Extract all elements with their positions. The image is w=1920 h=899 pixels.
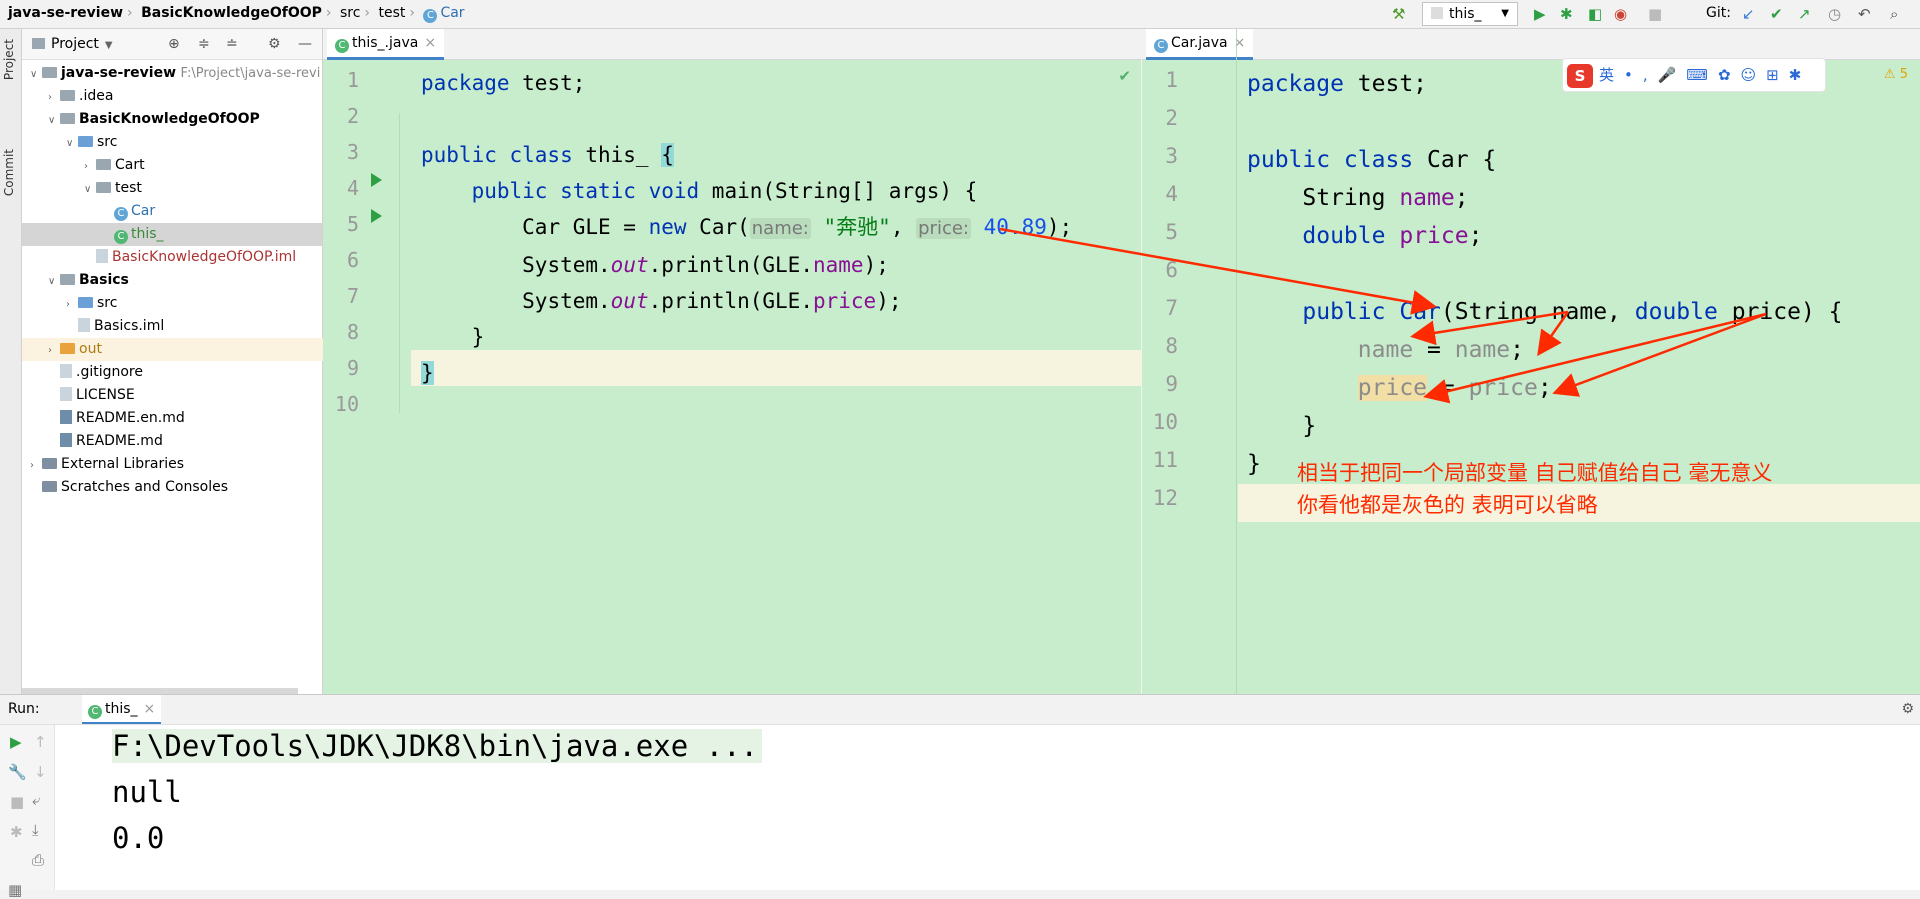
close-icon[interactable]: × [144, 701, 156, 717]
rerun-icon[interactable]: ▶ [10, 733, 22, 751]
arrow-to-constructor [999, 227, 1437, 315]
annotation-text-2: 你看他都是灰色的 表明可以省略 [1297, 493, 1598, 517]
console-line: F:\DevTools\JDK\JDK8\bin\java.exe ... [112, 729, 763, 763]
arrow-name-param-2 [1410, 310, 1569, 346]
arrow-price-param [1552, 312, 1767, 397]
gear-icon[interactable]: ⚙ [1901, 695, 1914, 724]
wrench-icon[interactable]: 🔧 [8, 763, 27, 781]
soft-wrap-icon[interactable]: ⤶ [32, 791, 40, 809]
run-toolbar: ▶ ↑ 🔧 ↓ ■ ⤶ ✱ ⤓ ⎙ ▦ [0, 725, 55, 899]
tab-run-this[interactable]: Cthis_ × [82, 695, 162, 724]
layout-icon[interactable]: ▦ [8, 881, 22, 899]
debug-icon[interactable]: ✱ [10, 823, 23, 841]
scroll-down-icon[interactable]: ↓ [34, 763, 47, 781]
stop-icon[interactable]: ■ [10, 793, 24, 811]
print-icon[interactable]: ⎙ [32, 851, 44, 869]
annotation-text-1: 相当于把同一个局部变量 自己赋值给自己 毫无意义 [1297, 461, 1773, 485]
arrow-name-param [1537, 311, 1570, 357]
scroll-up-icon[interactable]: ↑ [34, 733, 47, 751]
run-panel-header: Run: Cthis_ × ⚙ [0, 695, 1920, 725]
console-line: 0.0 [112, 821, 165, 855]
run-label: Run: [8, 701, 40, 717]
scroll-to-end-icon[interactable]: ⤓ [32, 821, 39, 839]
run-panel: Run: Cthis_ × ⚙ ▶ ↑ 🔧 ↓ ■ ⤶ ✱ ⤓ ⎙ ▦ F:\De… [0, 694, 1920, 899]
console-line: null [112, 775, 182, 809]
